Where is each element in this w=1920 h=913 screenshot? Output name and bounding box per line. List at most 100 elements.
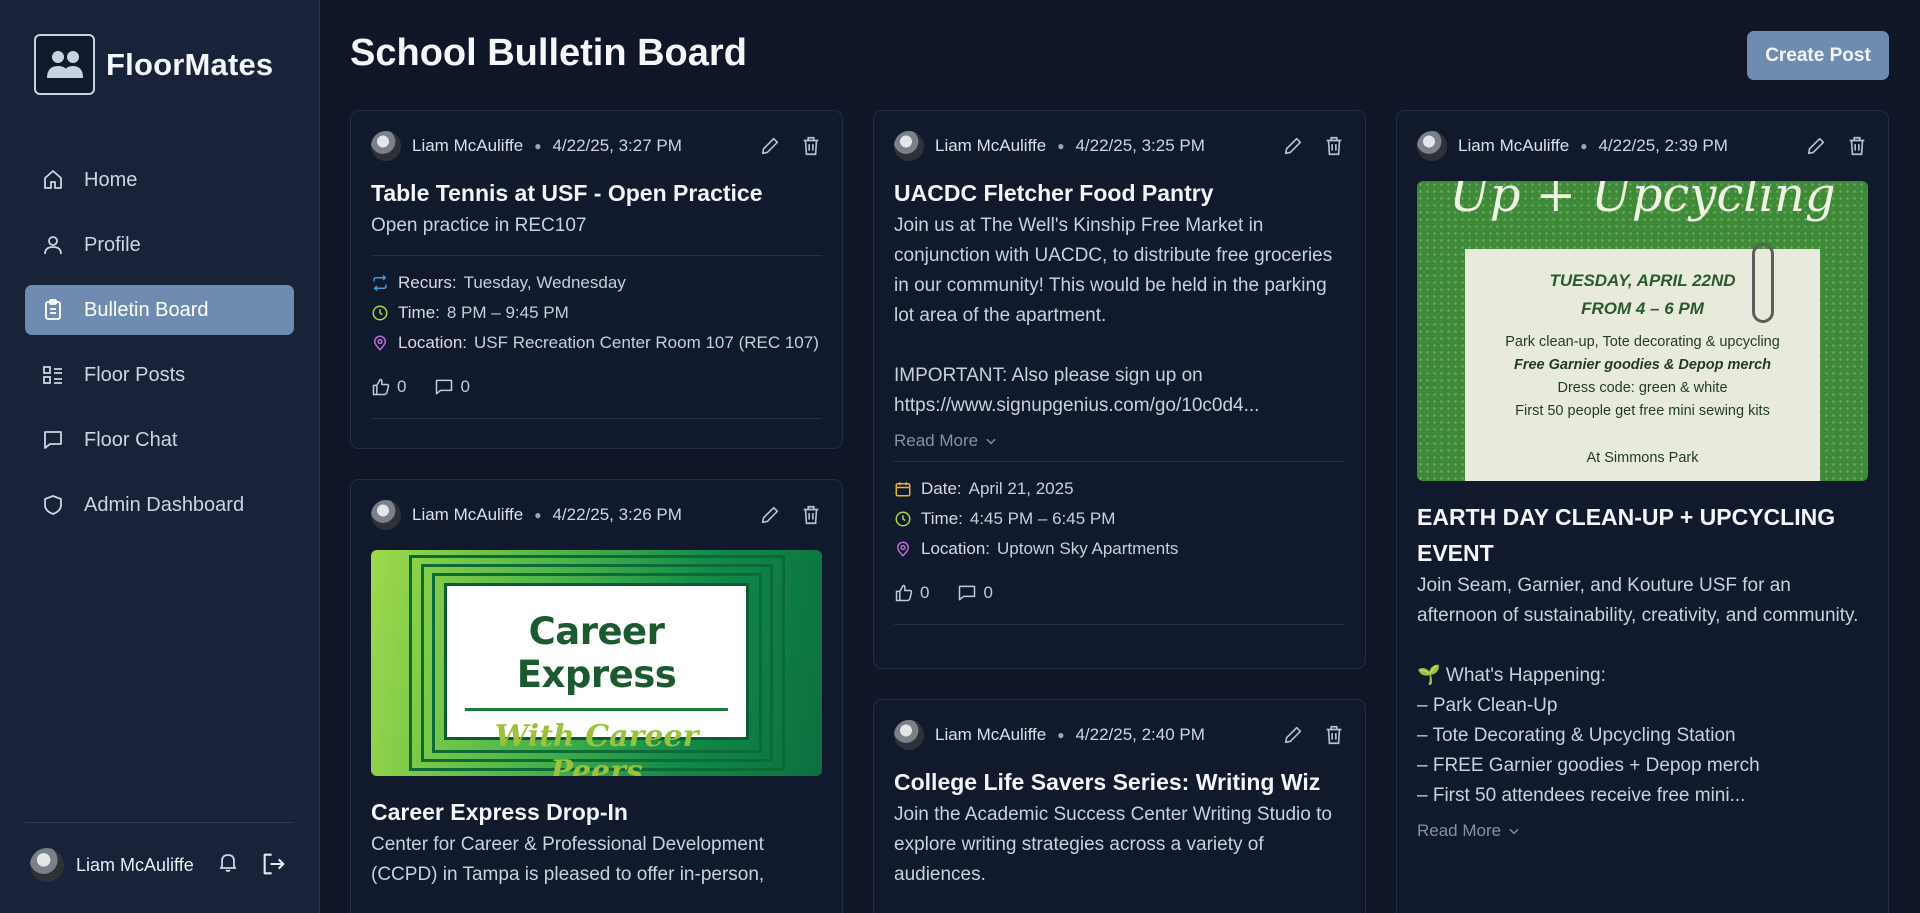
post-author[interactable]: Liam McAuliffe xyxy=(412,505,523,525)
recurrence-row: Recurs: Tuesday, Wednesday xyxy=(371,268,822,298)
post-author[interactable]: Liam McAuliffe xyxy=(1458,136,1569,156)
meta-label: Location: xyxy=(398,333,467,352)
sidebar-item-floor-posts[interactable]: Floor Posts xyxy=(25,350,294,400)
read-more-button[interactable]: Read More xyxy=(1417,821,1521,841)
sidebar-item-home[interactable]: Home xyxy=(25,155,294,205)
post-header: Liam McAuliffe ● 4/22/25, 2:40 PM xyxy=(894,720,1345,750)
flyer-heading: Up + Upcycling xyxy=(1449,181,1836,223)
comment-count: 0 xyxy=(983,583,993,602)
bell-icon[interactable] xyxy=(216,850,240,878)
sidebar: FloorMates Home Profile Bulletin Board F… xyxy=(0,0,320,913)
edit-icon[interactable] xyxy=(759,504,781,526)
post-timestamp: 4/22/25, 3:25 PM xyxy=(1075,136,1205,155)
avatar xyxy=(1417,131,1447,161)
trash-icon[interactable] xyxy=(1846,135,1868,157)
trash-icon[interactable] xyxy=(800,135,822,157)
like-button[interactable]: 0 xyxy=(371,377,406,397)
comment-button[interactable]: 0 xyxy=(434,377,470,397)
chevron-down-icon xyxy=(1509,828,1519,835)
trash-icon[interactable] xyxy=(1323,135,1345,157)
meta-label: Date: xyxy=(921,479,962,498)
post-author[interactable]: Liam McAuliffe xyxy=(935,725,1046,745)
current-user[interactable]: Liam McAuliffe xyxy=(30,848,194,882)
post-header: Liam McAuliffe ● 4/22/25, 2:39 PM xyxy=(1417,131,1868,161)
avatar xyxy=(371,500,401,530)
meta-value: Uptown Sky Apartments xyxy=(997,539,1179,558)
edit-icon[interactable] xyxy=(1282,135,1304,157)
comment-icon xyxy=(959,585,976,601)
thumbs-up-icon xyxy=(895,584,913,602)
trash-icon[interactable] xyxy=(800,504,822,526)
post-card: Liam McAuliffe ● 4/22/25, 3:25 PM UACDC … xyxy=(873,110,1366,669)
time-row: Time: 4:45 PM – 6:45 PM xyxy=(894,504,1345,534)
brand[interactable]: FloorMates xyxy=(34,34,273,95)
post-timestamp: 4/22/25, 3:27 PM xyxy=(552,136,682,155)
reactions: 0 0 xyxy=(371,372,822,402)
post-card: Liam McAuliffe ● 4/22/25, 2:39 PM Up + U… xyxy=(1396,110,1889,913)
comment-button[interactable]: 0 xyxy=(957,583,993,603)
sidebar-item-label: Admin Dashboard xyxy=(84,493,245,516)
location-row: Location: USF Recreation Center Room 107… xyxy=(371,328,822,358)
sidebar-item-label: Profile xyxy=(84,233,141,256)
post-image[interactable]: Career Express With Career Peers xyxy=(371,550,822,776)
post-timestamp: 4/22/25, 2:39 PM xyxy=(1598,136,1728,155)
post-header: Liam McAuliffe ● 4/22/25, 3:27 PM xyxy=(371,131,822,161)
separator-dot: ● xyxy=(1057,139,1065,153)
separator-dot: ● xyxy=(534,508,542,522)
sidebar-item-label: Home xyxy=(84,168,138,191)
thumbs-up-icon xyxy=(372,378,390,396)
post-image[interactable]: Up + Upcycling TUESDAY, APRIL 22ND FROM … xyxy=(1417,181,1868,481)
page-title: School Bulletin Board xyxy=(350,32,747,74)
post-title[interactable]: EARTH DAY CLEAN-UP + UPCYCLING EVENT xyxy=(1417,499,1868,571)
like-button[interactable]: 0 xyxy=(894,583,929,603)
meta-value: Tuesday, Wednesday xyxy=(463,273,626,292)
flyer-line: First 50 people get free mini sewing kit… xyxy=(1515,403,1770,419)
post-actions xyxy=(759,135,822,157)
post-description: Join Seam, Garnier, and Kouture USF for … xyxy=(1417,575,1859,806)
post-title[interactable]: Table Tennis at USF - Open Practice xyxy=(371,175,822,211)
sidebar-item-admin-dashboard[interactable]: Admin Dashboard xyxy=(25,480,294,530)
users-logo-icon xyxy=(34,34,95,95)
post-description: Join the Academic Success Center Writing… xyxy=(894,804,1332,885)
comment-count: 0 xyxy=(460,377,470,396)
post-actions xyxy=(1282,724,1345,746)
meta-label: Recurs: xyxy=(398,273,457,292)
post-actions xyxy=(1805,135,1868,157)
edit-icon[interactable] xyxy=(1805,135,1827,157)
sidebar-item-bulletin-board[interactable]: Bulletin Board xyxy=(25,285,294,335)
trash-icon[interactable] xyxy=(1323,724,1345,746)
clock-icon xyxy=(372,305,388,321)
edit-icon[interactable] xyxy=(759,135,781,157)
date-row: Date: April 21, 2025 xyxy=(894,474,1345,504)
sidebar-item-label: Bulletin Board xyxy=(84,298,209,321)
sidebar-item-profile[interactable]: Profile xyxy=(25,220,294,270)
post-title[interactable]: Career Express Drop-In xyxy=(371,794,822,830)
logout-icon[interactable] xyxy=(260,850,288,878)
separator-dot: ● xyxy=(534,139,542,153)
image-rule xyxy=(465,708,728,711)
sidebar-nav: Home Profile Bulletin Board Floor Posts … xyxy=(25,155,294,545)
post-author[interactable]: Liam McAuliffe xyxy=(412,136,523,156)
divider xyxy=(894,624,1345,625)
avatar xyxy=(371,131,401,161)
post-timestamp: 4/22/25, 2:40 PM xyxy=(1075,725,1205,744)
post-title[interactable]: College Life Savers Series: Writing Wiz xyxy=(894,764,1345,800)
avatar xyxy=(894,720,924,750)
post-actions xyxy=(759,504,822,526)
read-more-button[interactable]: Read More xyxy=(894,431,998,451)
comment-icon xyxy=(436,379,453,395)
user-icon xyxy=(40,232,66,258)
meta-value: April 21, 2025 xyxy=(968,479,1074,498)
post-card: Liam McAuliffe ● 4/22/25, 2:40 PM Colleg… xyxy=(873,699,1366,913)
post-author[interactable]: Liam McAuliffe xyxy=(935,136,1046,156)
meta-label: Time: xyxy=(398,303,440,322)
post-title[interactable]: UACDC Fletcher Food Pantry xyxy=(894,175,1345,211)
create-post-button[interactable]: Create Post xyxy=(1747,31,1889,80)
separator-dot: ● xyxy=(1580,139,1588,153)
flyer-line: Park clean-up, Tote decorating & upcycli… xyxy=(1505,334,1780,350)
separator-dot: ● xyxy=(1057,728,1065,742)
post-header: Liam McAuliffe ● 4/22/25, 3:25 PM xyxy=(894,131,1345,161)
edit-icon[interactable] xyxy=(1282,724,1304,746)
paperclip-icon xyxy=(1752,243,1774,323)
sidebar-item-floor-chat[interactable]: Floor Chat xyxy=(25,415,294,465)
